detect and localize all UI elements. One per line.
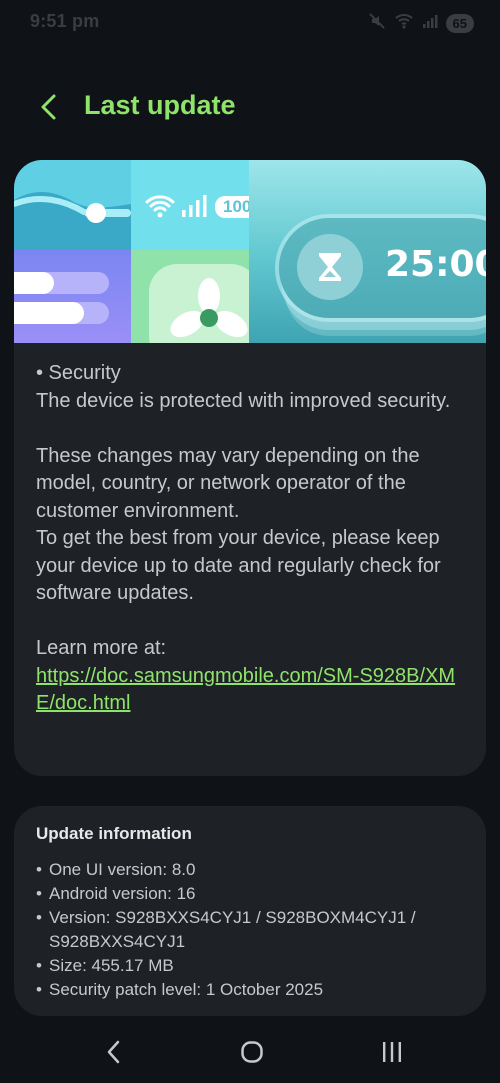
brightness-slider-tile [14,160,131,250]
app-header: Last update [0,80,500,136]
mute-icon [368,12,386,35]
build-version: Version: S928BXXS4CYJ1 / S928BOXM4CYJ1 /… [36,906,476,954]
timer-icon-circle [297,234,363,300]
signal-icon [422,13,438,34]
update-info-list: One UI version: 8.0 Android version: 16 … [36,858,476,1002]
variation-text: These changes may vary depending on the … [36,444,420,522]
page-title: Last update [84,90,236,120]
update-banner-illustration: 100 25:00 [14,160,486,343]
security-patch-level: Security patch level: 1 October 2025 [36,978,476,1002]
fan-icon [170,278,248,338]
timer-tile: 25:00 [249,160,486,343]
security-heading: • Security [36,362,121,384]
timer-pill: 25:00 [279,218,486,318]
home-icon [241,1041,263,1063]
learn-more-link[interactable]: https://doc.samsungmobile.com/SM-S928B/X… [36,665,455,715]
status-time: 9:51 pm [30,11,100,31]
back-icon [107,1040,120,1064]
wifi-calling-icon [394,12,414,35]
update-info-heading: Update information [36,824,192,843]
update-info-card: Update information One UI version: 8.0 A… [14,806,486,1016]
wifi-badge: 100 [215,196,249,218]
toggle-bars-tile [14,250,131,343]
release-notes-body: • Security The device is protected with … [36,360,466,718]
wifi-icon [145,195,175,218]
back-button[interactable] [34,90,66,126]
one-ui-version: One UI version: 8.0 [36,858,476,882]
nav-back-button[interactable] [94,1035,134,1069]
chevron-left-icon [41,94,56,120]
recents-icon [383,1042,401,1062]
security-text: The device is protected with improved se… [36,389,451,412]
android-version: Android version: 16 [36,882,476,906]
nav-recents-button[interactable] [372,1035,412,1069]
nav-home-button[interactable] [232,1035,272,1069]
navigation-bar [0,1025,500,1083]
fan-tile [131,250,249,343]
signal-bars-icon [182,195,207,217]
connectivity-tile: 100 [131,160,249,250]
learn-more-label: Learn more at: [36,637,167,659]
hourglass-icon [319,253,341,281]
advice-text: To get the best from your device, please… [36,527,441,604]
status-icons: 65 [368,12,474,35]
battery-icon: 65 [445,14,474,33]
status-bar: 9:51 pm 65 [0,0,500,46]
timer-readout: 25:00 [385,244,486,285]
update-size: Size: 455.17 MB [36,954,476,978]
release-notes-card: 100 25:00 • Securi [14,160,486,776]
